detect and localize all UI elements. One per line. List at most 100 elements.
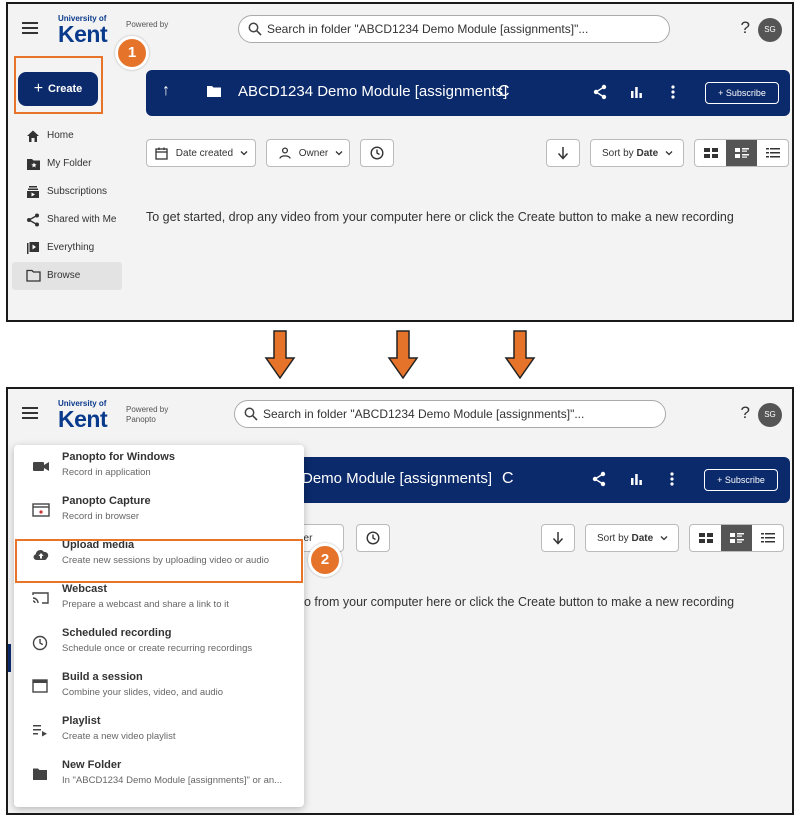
more-icon[interactable]: [670, 471, 674, 487]
search-input[interactable]: Search in folder "ABCD1234 Demo Module […: [263, 407, 584, 421]
sidebar-nav: Home My Folder Subscriptions Shared with…: [12, 122, 122, 290]
menu-item-scheduled-recording[interactable]: Scheduled recording Schedule once or cre…: [14, 621, 304, 665]
down-arrow-icon: [387, 330, 419, 380]
view-toggle-group: [694, 139, 789, 167]
cast-icon: [32, 592, 49, 604]
step-badge-2: 2: [308, 543, 342, 577]
search-icon: [244, 407, 258, 421]
sidebar-item-label: My Folder: [47, 158, 92, 169]
top-bar: University of Kent Powered by Panopto Se…: [8, 389, 792, 441]
menu-item-playlist[interactable]: Playlist Create a new video playlist: [14, 709, 304, 753]
search-box[interactable]: Search in folder "ABCD1234 Demo Module […: [234, 400, 666, 428]
menu-item-subtitle: Schedule once or create recurring record…: [62, 643, 253, 654]
sidebar-item-home[interactable]: Home: [12, 122, 122, 150]
sidebar-item-label: Shared with Me: [47, 214, 117, 225]
date-created-filter[interactable]: Date created: [146, 139, 256, 167]
owner-label: Owner: [298, 148, 329, 159]
refresh-icon[interactable]: C: [502, 470, 514, 488]
sort-by-dropdown[interactable]: Sort by Date: [590, 139, 684, 167]
screenshot-before: University of Kent Powered by Search in …: [6, 2, 794, 322]
clock-icon: [366, 531, 380, 545]
up-arrow-icon[interactable]: ↑: [162, 82, 170, 100]
stats-icon[interactable]: [630, 472, 643, 485]
sort-prefix: Sort by: [602, 148, 634, 159]
menu-item-panopto-for-windows[interactable]: Panopto for Windows Record in applicatio…: [14, 445, 304, 489]
grid-view-icon[interactable]: [690, 525, 721, 551]
sidebar-item-shared-with-me[interactable]: Shared with Me: [12, 206, 122, 234]
menu-item-title: Panopto Capture: [62, 495, 151, 507]
history-filter[interactable]: [356, 524, 390, 552]
stats-icon[interactable]: [630, 85, 643, 98]
folder-header: ↑ ABCD1234 Demo Module [assignments] C +…: [146, 70, 790, 116]
menu-item-title: Webcast: [62, 583, 108, 595]
menu-item-new-folder[interactable]: New Folder In "ABCD1234 Demo Module [ass…: [14, 753, 304, 797]
clock-icon: [370, 146, 384, 160]
more-icon[interactable]: [671, 84, 675, 100]
sidebar-item-browse[interactable]: Browse: [12, 262, 122, 290]
owner-filter[interactable]: Owner: [266, 139, 350, 167]
chevron-down-icon: [240, 151, 248, 156]
folder-icon: [26, 269, 41, 282]
sidebar-item-my-folder[interactable]: My Folder: [12, 150, 122, 178]
playlist-icon: [33, 725, 47, 737]
sort-direction-button[interactable]: [541, 524, 575, 552]
detail-view-icon[interactable]: [721, 525, 752, 551]
create-label: Create: [48, 83, 83, 95]
subscribe-button[interactable]: + Subscribe: [704, 469, 778, 491]
avatar[interactable]: SG: [758, 18, 782, 42]
powered-by-text: Powered by: [126, 20, 169, 29]
sidebar-item-label: Home: [47, 130, 74, 141]
search-icon: [248, 22, 262, 36]
menu-item-title: Panopto for Windows: [62, 451, 175, 463]
sidebar-item-subscriptions[interactable]: Subscriptions: [12, 178, 122, 206]
browser-record-icon: [32, 503, 50, 517]
powered-by-text: Powered by: [126, 405, 169, 414]
create-button[interactable]: + Create: [18, 72, 98, 106]
list-view-icon[interactable]: [752, 525, 783, 551]
sidebar-item-everything[interactable]: Everything: [12, 234, 122, 262]
plus-icon: +: [33, 80, 44, 97]
play-list-icon: [27, 242, 39, 254]
help-icon[interactable]: ?: [741, 403, 750, 423]
search-input[interactable]: Search in folder "ABCD1234 Demo Module […: [267, 22, 588, 36]
sidebar-item-label: Subscriptions: [47, 186, 108, 197]
menu-item-title: New Folder: [62, 759, 122, 771]
chevron-down-icon: [335, 151, 343, 156]
list-view-icon[interactable]: [757, 140, 788, 166]
sort-prefix: Sort by: [597, 533, 629, 544]
menu-item-title: Playlist: [62, 715, 101, 727]
chevron-down-icon: [660, 536, 668, 541]
folder-icon: [33, 768, 47, 780]
window-icon: [32, 679, 48, 693]
down-arrow-icon: [264, 330, 296, 380]
history-filter[interactable]: [360, 139, 394, 167]
menu-item-webcast[interactable]: Webcast Prepare a webcast and share a li…: [14, 577, 304, 621]
sort-direction-button[interactable]: [546, 139, 580, 167]
menu-item-build-a-session[interactable]: Build a session Combine your slides, vid…: [14, 665, 304, 709]
calendar-icon: [155, 147, 168, 160]
sort-value: Date: [631, 533, 654, 544]
powered-by: Powered by Panopto: [126, 405, 186, 425]
share-icon[interactable]: [593, 84, 607, 100]
help-icon[interactable]: ?: [741, 18, 750, 38]
hamburger-menu-icon[interactable]: [22, 407, 38, 419]
avatar[interactable]: SG: [758, 403, 782, 427]
grid-view-icon[interactable]: [695, 140, 726, 166]
subscribe-button[interactable]: + Subscribe: [705, 82, 779, 104]
screenshot-after: University of Kent Powered by Panopto Se…: [6, 387, 794, 815]
sort-value: Date: [636, 148, 659, 159]
menu-item-title: Build a session: [62, 671, 143, 683]
menu-item-panopto-capture[interactable]: Panopto Capture Record in browser: [14, 489, 304, 533]
detail-view-icon[interactable]: [726, 140, 757, 166]
clock-icon: [32, 635, 48, 651]
star-folder-icon: [27, 159, 40, 170]
search-box[interactable]: Search in folder "ABCD1234 Demo Module […: [238, 15, 670, 43]
camera-icon: [33, 462, 49, 471]
sort-by-dropdown[interactable]: Sort by Date: [585, 524, 679, 552]
share-icon[interactable]: [592, 471, 606, 487]
subscriptions-icon: [27, 186, 39, 198]
down-arrow-icon: [504, 330, 536, 380]
refresh-icon[interactable]: C: [498, 83, 510, 101]
hamburger-menu-icon[interactable]: [22, 22, 38, 34]
home-icon: [27, 130, 39, 142]
